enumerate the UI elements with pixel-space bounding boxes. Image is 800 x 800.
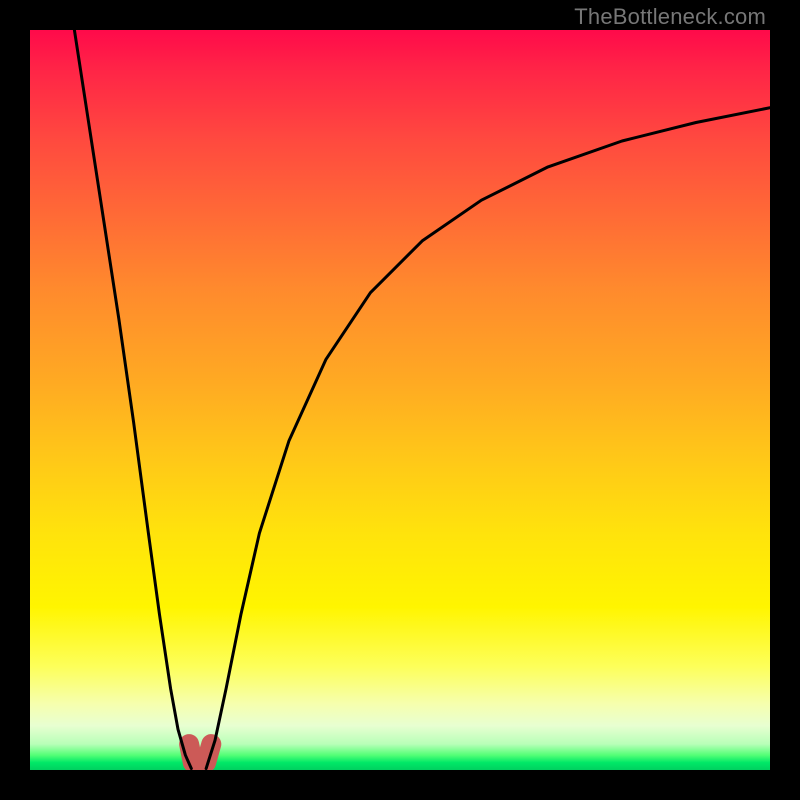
plot-area: [30, 30, 770, 770]
chart-svg: [30, 30, 770, 770]
series-left-branch: [74, 30, 191, 769]
watermark-text: TheBottleneck.com: [574, 4, 766, 30]
outer-frame: TheBottleneck.com: [0, 0, 800, 800]
series-group: [74, 30, 770, 769]
series-right-branch: [206, 108, 770, 769]
